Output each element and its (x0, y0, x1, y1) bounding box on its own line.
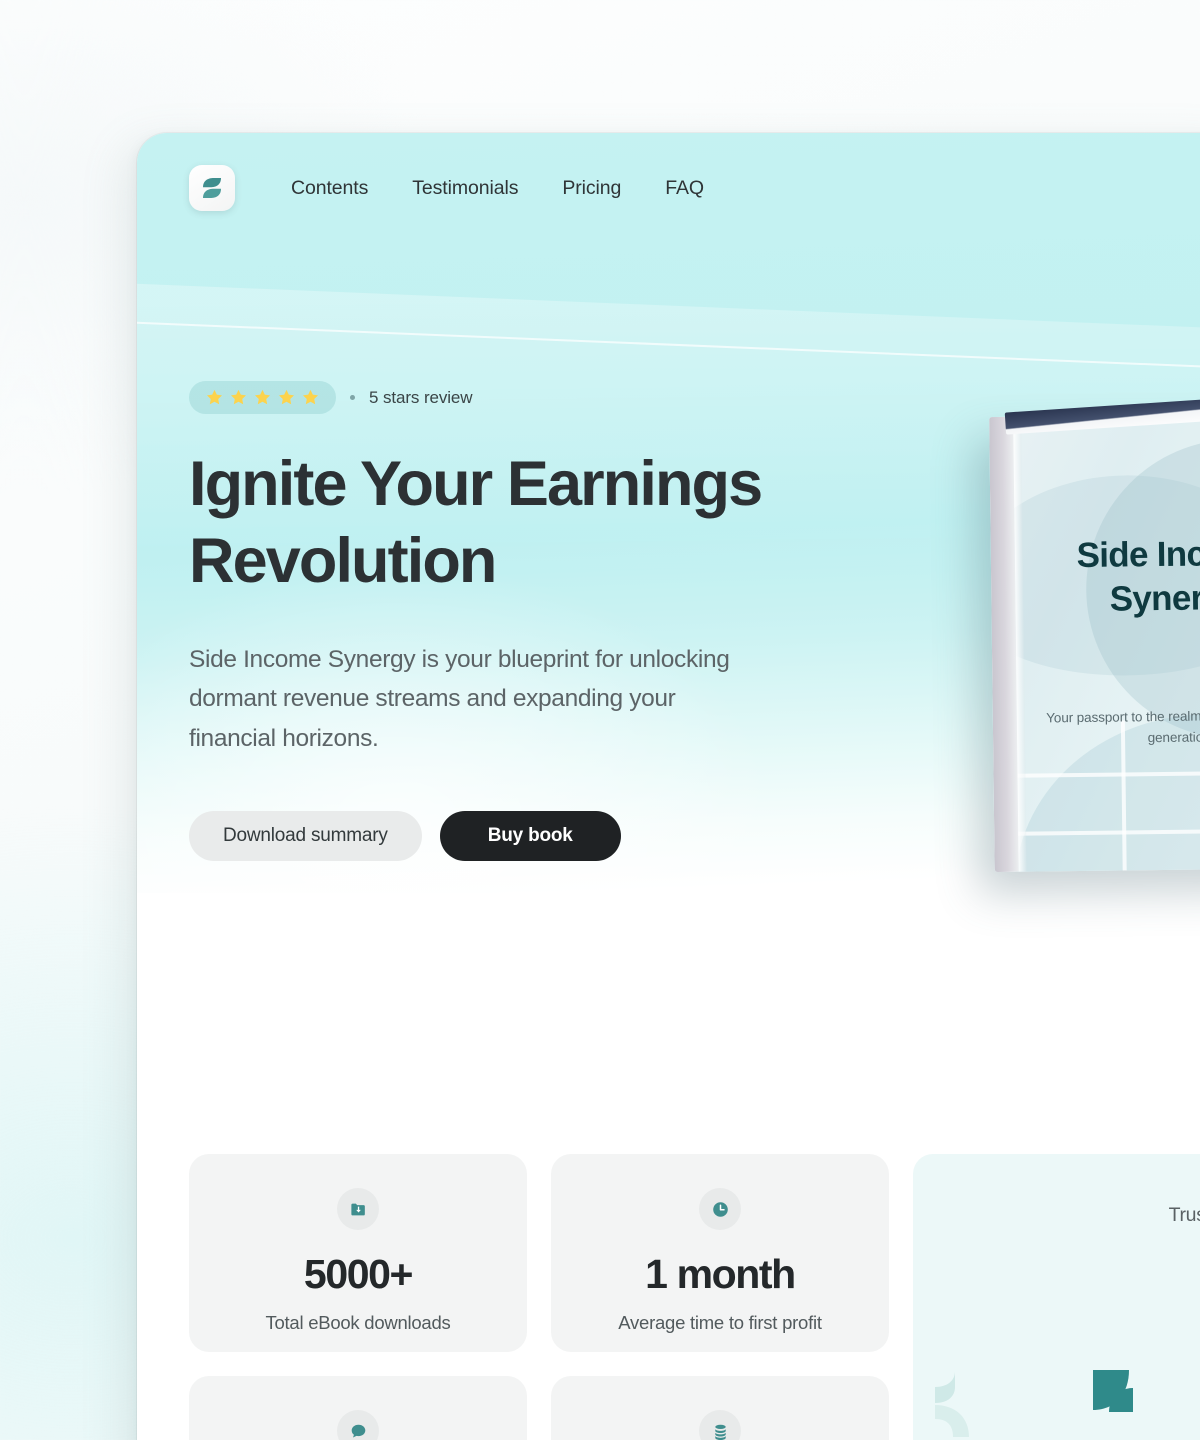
book-title: Side Income Synergy (1076, 533, 1200, 619)
stats-grid: 5000+ Total eBook downloads 1 month Aver… (189, 1154, 889, 1440)
stat-card-reviews (189, 1376, 527, 1440)
buy-book-button[interactable]: Buy book (439, 810, 621, 861)
star-icon (278, 389, 295, 405)
download-summary-button[interactable]: Download summary (189, 810, 422, 861)
hero-subtitle: Side Income Synergy is your blueprint fo… (189, 645, 730, 753)
main-navigation: Contents Testimonials Pricing FAQ (189, 165, 704, 211)
stat-value: 1 month (645, 1251, 796, 1297)
book-mockup: Side Income Synergy Your passport to the… (989, 391, 1200, 887)
nav-link-testimonials[interactable]: Testimonials (412, 177, 518, 200)
stat-label: Total eBook downloads (265, 1312, 451, 1333)
nav-link-pricing[interactable]: Pricing (562, 177, 621, 200)
star-icon (254, 389, 271, 405)
leaf-logo-icon (203, 178, 221, 198)
star-icon (302, 389, 319, 405)
rating-row: 5 stars review (189, 381, 809, 414)
book-cover: Side Income Synergy Your passport to the… (989, 413, 1200, 873)
stat-label: Average time to first profit (618, 1312, 822, 1333)
logo-mark-teal-leaf (1093, 1370, 1133, 1412)
hero-actions: Download summary Buy book (189, 810, 809, 861)
brand-logo[interactable] (189, 165, 235, 211)
page-title: Ignite Your Earnings Revolution (189, 449, 763, 596)
nav-links: Contents Testimonials Pricing FAQ (291, 177, 704, 200)
hero-section: 5 stars review Ignite Your Earnings Revo… (189, 381, 809, 861)
bullet-separator (350, 395, 355, 400)
page-frame: Contents Testimonials Pricing FAQ 5 star… (137, 133, 1200, 1440)
stat-card-time-to-profit: 1 month Average time to first profit (551, 1154, 889, 1352)
stat-card-downloads: 5000+ Total eBook downloads (189, 1154, 527, 1352)
stat-value: 5000+ (303, 1251, 414, 1297)
stat-card-earnings (551, 1376, 889, 1440)
trusted-by-panel: Trusted by (913, 1154, 1200, 1440)
star-icon (230, 389, 247, 405)
download-folder-icon (337, 1188, 379, 1230)
trusted-by-title: Trusted by (1168, 1204, 1200, 1226)
nav-link-faq[interactable]: FAQ (665, 177, 704, 200)
nav-link-contents[interactable]: Contents (291, 177, 368, 200)
star-icon (206, 389, 223, 405)
logo-mark-pale-swoosh (935, 1371, 969, 1437)
coins-stack-icon (699, 1410, 741, 1440)
clock-icon (699, 1188, 741, 1230)
book-subtitle: Your passport to the realm of passive in… (1046, 707, 1200, 746)
rating-label: 5 stars review (369, 387, 473, 407)
chat-bubble-icon (337, 1410, 379, 1440)
stars-pill (189, 381, 336, 414)
